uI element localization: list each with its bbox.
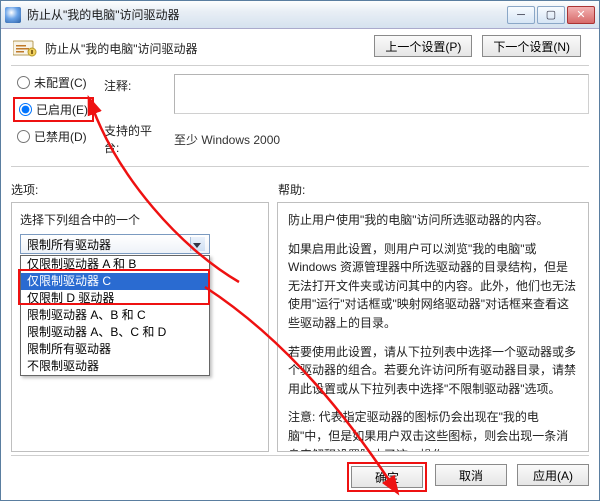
config-radio-group: 未配置(C) 已启用(E) 已禁用(D) (11, 74, 90, 145)
dropdown-label: 选择下列组合中的一个 (20, 211, 260, 228)
notes-textarea[interactable] (174, 74, 589, 114)
apply-button[interactable]: 应用(A) (517, 464, 589, 486)
close-button[interactable]: ✕ (567, 6, 595, 24)
options-pane: 选择下列组合中的一个 限制所有驱动器 仅限制驱动器 A 和 B 仅限制驱动器 C… (11, 202, 269, 452)
drive-combo[interactable]: 限制所有驱动器 (20, 234, 210, 254)
app-icon (5, 7, 21, 23)
help-text: 注意: 代表指定驱动器的图标仍会出现在"我的电脑"中，但是如果用户双击这些图标，… (288, 408, 578, 451)
drive-option[interactable]: 仅限制驱动器 C (21, 273, 209, 290)
notes-label: 注释: (104, 74, 164, 94)
help-text: 防止用户使用"我的电脑"访问所选驱动器的内容。 (288, 211, 578, 230)
drive-option[interactable]: 仅限制 D 驱动器 (21, 290, 209, 307)
nav-buttons: 上一个设置(P) 下一个设置(N) (374, 35, 581, 57)
next-setting-button[interactable]: 下一个设置(N) (482, 35, 581, 57)
drive-dropdown-list: 仅限制驱动器 A 和 B 仅限制驱动器 C 仅限制 D 驱动器 限制驱动器 A、… (20, 255, 210, 376)
maximize-button[interactable]: ▢ (537, 6, 565, 24)
options-heading: 选项: (11, 181, 278, 198)
help-pane: 防止用户使用"我的电脑"访问所选驱动器的内容。 如果启用此设置，则用户可以浏览"… (277, 202, 589, 452)
platform-value: 至少 Windows 2000 (174, 131, 280, 148)
divider (11, 166, 589, 167)
radio-not-configured[interactable]: 未配置(C) (17, 74, 90, 91)
ok-highlight: 确定 (347, 462, 427, 492)
radio-disabled[interactable]: 已禁用(D) (17, 128, 90, 145)
divider (11, 65, 589, 66)
help-scroll[interactable]: 防止用户使用"我的电脑"访问所选驱动器的内容。 如果启用此设置，则用户可以浏览"… (278, 203, 588, 451)
drive-option[interactable]: 限制驱动器 A、B、C 和 D (21, 324, 209, 341)
drive-combo-value: 限制所有驱动器 (27, 236, 111, 253)
radio-enabled[interactable]: 已启用(E) (19, 101, 88, 118)
dialog-footer: 确定 取消 应用(A) (11, 455, 589, 490)
cancel-button[interactable]: 取消 (435, 464, 507, 486)
platform-label: 支持的平台: (104, 122, 164, 156)
header-subtitle: 防止从"我的电脑"访问驱动器 (45, 40, 198, 57)
ok-button[interactable]: 确定 (351, 466, 423, 488)
minimize-button[interactable]: ─ (507, 6, 535, 24)
radio-enabled-highlight: 已启用(E) (13, 97, 94, 122)
help-text: 如果启用此设置，则用户可以浏览"我的电脑"或 Windows 资源管理器中所选驱… (288, 240, 578, 333)
help-heading: 帮助: (278, 181, 589, 198)
policy-icon (11, 37, 39, 59)
help-text: 若要使用此设置，请从下拉列表中选择一个驱动器或多个驱动器的组合。若要允许访问所有… (288, 343, 578, 399)
drive-option[interactable]: 不限制驱动器 (21, 358, 209, 375)
drive-option[interactable]: 仅限制驱动器 A 和 B (21, 256, 209, 273)
drive-option[interactable]: 限制驱动器 A、B 和 C (21, 307, 209, 324)
dialog-window: 防止从"我的电脑"访问驱动器 ─ ▢ ✕ 防止从"我的电脑"访问驱动器 上一个设… (0, 0, 600, 501)
prev-setting-button[interactable]: 上一个设置(P) (374, 35, 472, 57)
drive-option[interactable]: 限制所有驱动器 (21, 341, 209, 358)
window-title: 防止从"我的电脑"访问驱动器 (27, 6, 507, 23)
title-bar: 防止从"我的电脑"访问驱动器 ─ ▢ ✕ (1, 1, 599, 29)
